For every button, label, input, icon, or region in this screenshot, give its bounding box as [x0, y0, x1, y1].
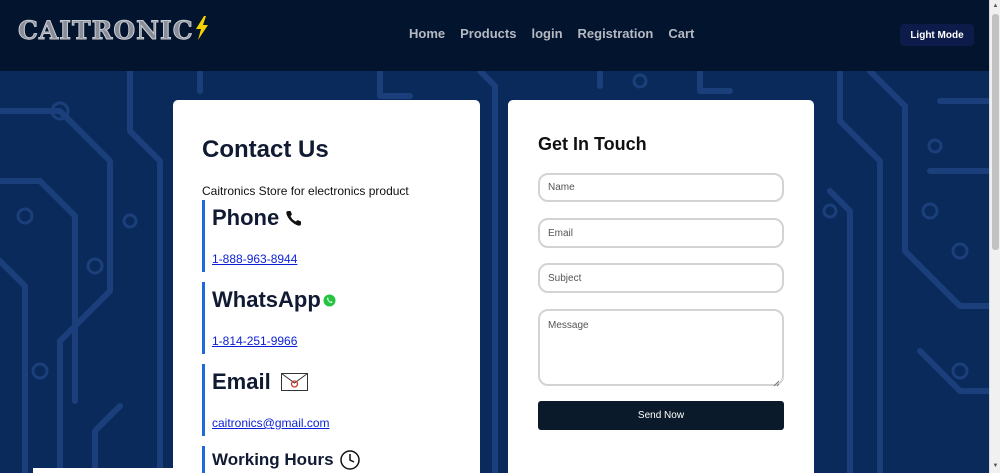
scroll-down-icon[interactable]: ▼ — [992, 463, 999, 470]
whatsapp-block: WhatsApp 1-814-251-9966 — [202, 282, 452, 354]
form-title: Get In Touch — [538, 134, 647, 154]
page-scrollbar[interactable]: ▲ ▼ — [989, 0, 1000, 473]
whatsapp-icon — [323, 294, 336, 307]
resize-grip-icon[interactable] — [773, 374, 780, 387]
phone-block: Phone 1-888-963-8944 — [202, 200, 452, 272]
contact-description: Caitronics Store for electronics product — [202, 184, 409, 198]
phone-icon — [285, 209, 303, 227]
clock-icon — [339, 450, 360, 470]
nav-products[interactable]: Products — [460, 26, 516, 41]
nav-links: Home Products login Registration Cart — [409, 26, 694, 41]
scroll-up-icon[interactable]: ▲ — [992, 3, 999, 10]
phone-label: Phone — [212, 205, 280, 230]
message-textarea[interactable] — [538, 309, 784, 386]
nav-registration[interactable]: Registration — [578, 26, 654, 41]
contact-info-card: Contact Us Caitronics Store for electron… — [173, 100, 480, 473]
contact-title: Contact Us — [202, 136, 329, 163]
hours-block: Working Hours — [202, 446, 452, 473]
scroll-thumb[interactable] — [992, 14, 999, 250]
hours-label: Working Hours — [212, 450, 334, 469]
lightning-bolt-icon — [195, 16, 209, 45]
bottom-strip — [33, 468, 173, 473]
brand-name: CAITRONIC — [18, 16, 194, 46]
email-input[interactable] — [538, 218, 784, 248]
whatsapp-link[interactable]: 1-814-251-9966 — [212, 334, 452, 348]
contact-form-card: Get In Touch Send Now — [508, 100, 814, 473]
nav-cart[interactable]: Cart — [668, 26, 694, 41]
phone-link[interactable]: 1-888-963-8944 — [212, 252, 452, 266]
navbar: CAITRONIC Home Products login Registrati… — [0, 0, 989, 71]
circuit-background — [0, 71, 989, 473]
nav-home[interactable]: Home — [409, 26, 445, 41]
envelope-icon — [280, 373, 308, 391]
email-label: Email — [212, 369, 271, 394]
nav-login[interactable]: login — [531, 26, 562, 41]
brand-logo[interactable]: CAITRONIC — [18, 16, 209, 46]
email-block: Email caitronics@gmail.com — [202, 364, 452, 436]
email-link[interactable]: caitronics@gmail.com — [212, 416, 452, 430]
light-mode-button[interactable]: Light Mode — [900, 24, 974, 46]
subject-input[interactable] — [538, 263, 784, 293]
send-now-button[interactable]: Send Now — [538, 401, 784, 430]
whatsapp-label: WhatsApp — [212, 287, 321, 312]
name-input[interactable] — [538, 173, 784, 202]
